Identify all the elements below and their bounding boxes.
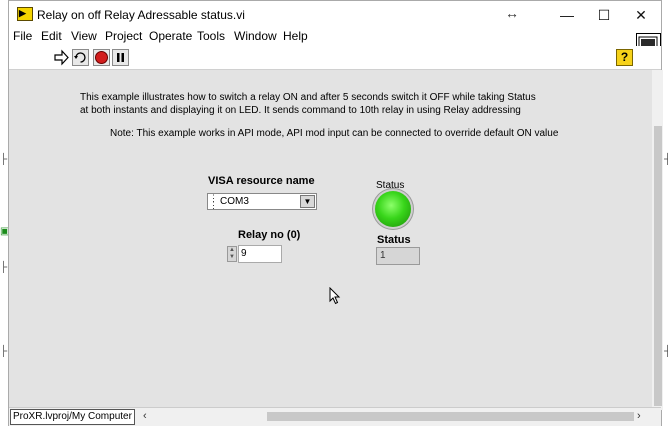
menu-project[interactable]: Project <box>105 29 142 43</box>
front-panel: This example illustrates how to switch a… <box>9 70 652 410</box>
description-line-1: This example illustrates how to switch a… <box>80 92 536 103</box>
status-bar: ProXR.lvproj/My Computer ‹ › <box>9 407 661 426</box>
visa-io-icon: ⋮ ⋮ <box>209 193 218 210</box>
context-help-button[interactable]: ? <box>616 49 633 66</box>
menu-edit[interactable]: Edit <box>41 29 62 43</box>
visa-resource-label: VISA resource name <box>208 175 315 187</box>
background-window-right: ┤ ┤ <box>662 0 672 431</box>
window-title: Relay on off Relay Adressable status.vi <box>37 8 245 22</box>
background-terminal-glyph: ┤ <box>664 346 672 357</box>
visa-dropdown-arrow-icon[interactable]: ▼ <box>300 195 315 208</box>
increment-decrement-icon[interactable]: ▲ ▼ <box>227 246 237 262</box>
background-terminal-glyph: ├ <box>0 154 8 165</box>
status-led[interactable] <box>375 191 411 227</box>
labview-app-icon: ▶ <box>17 7 33 21</box>
background-terminal-glyph: ├ <box>0 346 8 357</box>
relay-no-control[interactable]: ▲ ▼ 9 <box>227 245 283 263</box>
run-icon[interactable] <box>53 49 70 66</box>
vertical-scroll-thumb[interactable] <box>654 126 662 406</box>
horizontal-scroll-thumb[interactable] <box>267 412 634 421</box>
vi-front-panel-window: ▶ Relay on off Relay Adressable status.v… <box>8 0 663 426</box>
scroll-left-icon[interactable]: ‹ <box>143 410 147 422</box>
relay-no-value[interactable]: 9 <box>238 245 282 263</box>
toolbar: ? <box>9 46 661 70</box>
menu-tools[interactable]: Tools <box>197 29 225 43</box>
menu-operate[interactable]: Operate <box>149 29 192 43</box>
maximize-button[interactable]: ☐ <box>584 3 624 27</box>
background-window-left: ├ ▣ ├ ├ <box>0 0 9 431</box>
scroll-right-icon[interactable]: › <box>637 410 641 422</box>
vertical-scrollbar[interactable] <box>652 70 663 410</box>
description-line-2: at both instants and displaying it on LE… <box>80 105 521 116</box>
title-bar[interactable]: ▶ Relay on off Relay Adressable status.v… <box>9 1 661 28</box>
resize-arrows-icon: ↔ <box>505 5 519 21</box>
close-button[interactable]: ✕ <box>621 3 661 27</box>
project-path[interactable]: ProXR.lvproj/My Computer <box>10 409 135 425</box>
visa-resource-value: COM3 <box>220 196 249 207</box>
pause-icon[interactable] <box>112 49 129 66</box>
run-continuously-icon[interactable] <box>72 49 89 66</box>
note-text: Note: This example works in API mode, AP… <box>110 128 559 139</box>
menu-help[interactable]: Help <box>283 29 308 43</box>
background-terminal-glyph: ├ <box>0 262 8 273</box>
background-terminal-glyph: ┤ <box>664 154 672 165</box>
status-indicator-label: Status <box>377 234 411 246</box>
menu-window[interactable]: Window <box>234 29 277 43</box>
mouse-pointer-icon <box>329 286 341 310</box>
menu-view[interactable]: View <box>71 29 97 43</box>
visa-resource-control[interactable]: ⋮ ⋮ COM3 ▼ <box>207 193 317 210</box>
menu-bar: File Edit View Project Operate Tools Win… <box>9 28 661 46</box>
abort-icon[interactable] <box>93 49 110 66</box>
menu-file[interactable]: File <box>13 29 32 43</box>
minimize-button[interactable]: — <box>547 3 587 27</box>
led-status-label: Status <box>376 180 405 191</box>
status-indicator-value: 1 <box>376 247 420 265</box>
relay-no-label: Relay no (0) <box>238 229 301 241</box>
